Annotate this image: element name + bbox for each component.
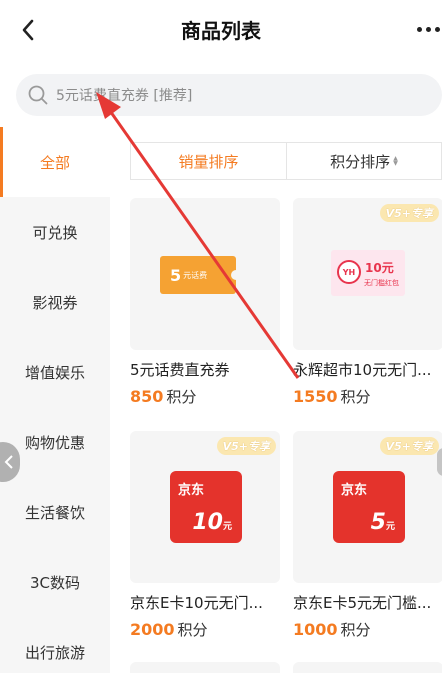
product-card[interactable]: V5+专享 京东 10元 京东E卡10元无门... 2000 积分 [130, 431, 280, 640]
sidebar-item-redeemable[interactable]: 可兑换 [0, 197, 110, 267]
jd-card-image: 京东 10元 [170, 471, 242, 543]
product-image: V5+专享 京东 5元 [293, 431, 442, 583]
sidebar-item-movie-tickets[interactable]: 影视券 [0, 267, 110, 337]
search-input[interactable]: 5元话费直充券 [推荐] [16, 74, 442, 116]
product-card[interactable]: 5 元话费 5元话费直充券 850 积分 [130, 198, 280, 407]
product-image: V5+专享 京东 10元 [130, 431, 280, 583]
phone-credit-coupon-image: 5 元话费 [160, 256, 241, 294]
jd-logo: 京东 [341, 483, 368, 498]
product-name: 永辉超市10元无门... [293, 361, 432, 379]
v5-exclusive-badge: V5+专享 [379, 204, 439, 222]
product-card[interactable]: V5+专享 YH 10元 无门槛红包 永辉超市10元无门... 1550 积分 [293, 198, 442, 407]
sort-arrows-icon: ▲ ▼ [393, 155, 398, 167]
product-card[interactable]: V5+专享 京东 5元 京东E卡5元无门槛... 1000 积分 [293, 431, 442, 640]
sort-by-sales-tab[interactable]: 销量排序 [131, 143, 286, 179]
product-price: 1000 积分 [293, 620, 371, 639]
jd-logo: 京东 [178, 483, 205, 498]
product-price: 2000 积分 [130, 620, 208, 639]
product-name: 京东E卡5元无门槛... [293, 594, 432, 612]
sort-by-points-tab[interactable]: 积分排序 ▲ ▼ [286, 143, 441, 179]
product-price: 850 积分 [130, 387, 197, 406]
floating-right-handle[interactable] [437, 448, 442, 476]
sidebar-item-all[interactable]: 全部 [0, 127, 110, 197]
v5-exclusive-badge: V5+专享 [216, 437, 276, 455]
header: 商品列表 [0, 0, 442, 58]
chevron-left-icon [4, 455, 13, 469]
category-sidebar: 全部 可兑换 影视券 增值娱乐 购物优惠 生活餐饮 3C数码 出行旅游 [0, 127, 110, 673]
sort-bar: 销量排序 积分排序 ▲ ▼ [130, 142, 442, 180]
product-image: 5 元话费 [130, 198, 280, 350]
product-name: 京东E卡10元无门... [130, 594, 263, 612]
product-card-partial[interactable] [130, 662, 280, 673]
yonghui-logo: YH [337, 260, 361, 284]
product-name: 5元话费直充券 [130, 361, 230, 379]
sidebar-item-entertainment[interactable]: 增值娱乐 [0, 337, 110, 407]
more-icon [417, 26, 422, 32]
sidebar-item-travel[interactable]: 出行旅游 [0, 617, 110, 673]
jd-card-image: 京东 5元 [333, 471, 405, 543]
product-price: 1550 积分 [293, 387, 371, 406]
v5-exclusive-badge: V5+专享 [379, 437, 439, 455]
yonghui-coupon-image: YH 10元 无门槛红包 [331, 250, 405, 296]
page-title: 商品列表 [181, 19, 261, 43]
search-placeholder: 5元话费直充券 [推荐] [56, 88, 193, 104]
product-image: V5+专享 YH 10元 无门槛红包 [293, 198, 442, 350]
sidebar-item-dining[interactable]: 生活餐饮 [0, 477, 110, 547]
sidebar-item-3c-digital[interactable]: 3C数码 [0, 547, 110, 617]
more-button[interactable] [412, 16, 442, 42]
search-icon [28, 85, 48, 105]
product-card-partial[interactable] [293, 662, 442, 673]
